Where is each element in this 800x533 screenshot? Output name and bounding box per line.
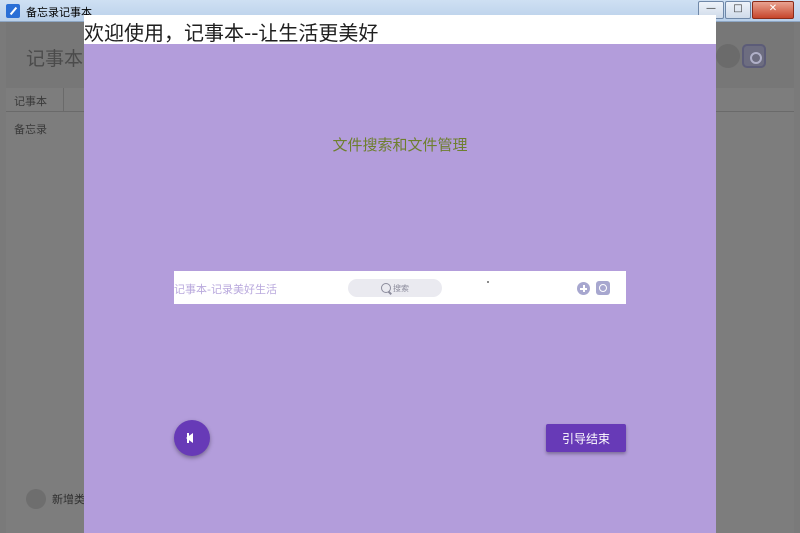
guide-subtitle: 文件搜索和文件管理 (332, 136, 468, 154)
guide-title: 欢迎使用，记事本--让生活更美好 (84, 21, 379, 45)
add-icon (716, 44, 740, 68)
preview-search-label: 搜索 (393, 283, 409, 293)
close-icon: ✕ (768, 3, 778, 14)
preview-search-box: 搜索 (348, 279, 442, 297)
app-logo: 记事本 (26, 48, 84, 70)
preview-logo: 记事本-记录美好生活 (174, 283, 277, 296)
settings-icon (742, 44, 766, 68)
skip-previous-icon (186, 433, 193, 443)
search-icon (381, 283, 391, 293)
add-category: 新增类 (26, 489, 85, 509)
tab-notebook: 记事本 (6, 88, 64, 112)
toolbar-preview: 记事本-记录美好生活 搜索 (174, 271, 626, 304)
minimize-icon: — (706, 3, 716, 14)
plus-circle-icon (26, 489, 46, 509)
maximize-button[interactable]: □ (725, 1, 751, 19)
finish-guide-button[interactable]: 引导结束 (546, 424, 626, 452)
preview-dot (487, 281, 489, 283)
previous-step-button[interactable] (174, 420, 210, 456)
gear-icon (596, 281, 610, 295)
add-icon (577, 282, 590, 295)
sidebar-item-memo: 备忘录 (14, 123, 47, 136)
close-button[interactable]: ✕ (752, 1, 794, 19)
window-title: 备忘录记事本 (26, 6, 92, 19)
app-icon (6, 4, 20, 18)
maximize-icon: □ (733, 3, 743, 14)
guide-header: 欢迎使用，记事本--让生活更美好 (84, 15, 716, 45)
guide-overlay: 欢迎使用，记事本--让生活更美好 文件搜索和文件管理 记事本-记录美好生活 搜索… (84, 15, 716, 533)
add-category-label: 新增类 (52, 493, 85, 506)
